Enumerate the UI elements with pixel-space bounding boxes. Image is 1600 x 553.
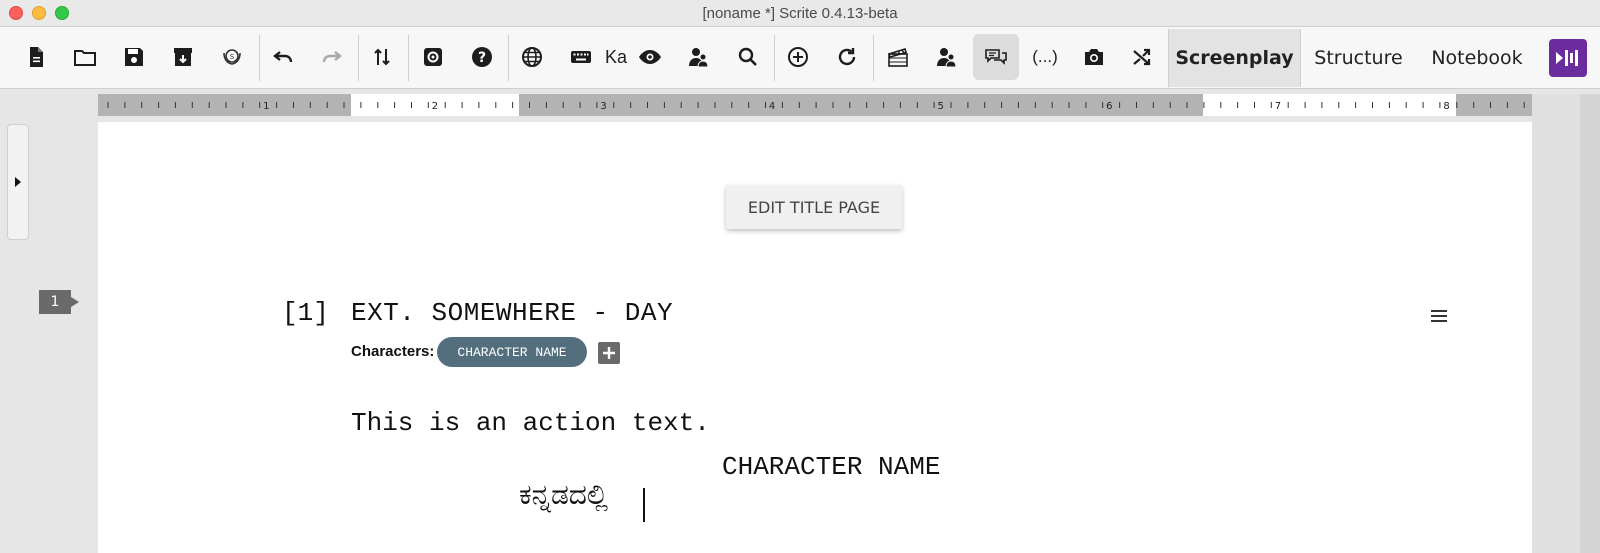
document-icon <box>30 47 43 67</box>
keyboard-icon <box>571 51 591 63</box>
main-toolbar: S ? Ka (...) Screenplay Structure Notebo… <box>0 27 1600 89</box>
ruler-number: 4 <box>769 101 775 112</box>
library-button[interactable]: S <box>209 34 255 80</box>
floppy-disk-icon <box>125 48 143 66</box>
scene-menu-button[interactable] <box>1430 308 1448 324</box>
dialogue-button[interactable] <box>973 34 1019 80</box>
ruler-number: 2 <box>432 101 438 112</box>
preview-button[interactable] <box>627 34 673 80</box>
screenshot-button[interactable] <box>1071 34 1117 80</box>
svg-text:?: ? <box>478 50 486 66</box>
question-icon: ? <box>472 47 492 67</box>
plus-circle-icon <box>788 47 808 67</box>
ruler-number: 3 <box>600 101 606 112</box>
gear-icon <box>424 48 442 66</box>
refresh-icon <box>838 48 856 66</box>
ruler-number: 5 <box>938 101 944 112</box>
redo-icon <box>322 51 342 63</box>
dialogue-element[interactable]: ಕನ್ನಡದಲ್ಲಿ <box>519 478 608 512</box>
add-scene-button[interactable] <box>775 34 821 80</box>
window-title: [noname *] Scrite 0.4.13-beta <box>702 5 898 22</box>
tab-screenplay-label: Screenplay <box>1175 47 1294 69</box>
app-logo[interactable] <box>1549 39 1587 77</box>
help-button[interactable]: ? <box>459 34 505 80</box>
open-file-button[interactable] <box>62 34 108 80</box>
camera-icon <box>1085 49 1103 65</box>
tab-notebook-label: Notebook <box>1431 47 1523 69</box>
plus-icon <box>603 347 615 359</box>
parenthetical-label: (...) <box>1032 47 1058 66</box>
scene-number: [1] <box>282 298 329 328</box>
text-cursor <box>643 488 645 522</box>
redo-button[interactable] <box>309 34 355 80</box>
export-button[interactable] <box>160 34 206 80</box>
tab-notebook[interactable]: Notebook <box>1422 29 1532 87</box>
svg-text:S: S <box>230 53 235 61</box>
ruler-number: 6 <box>1106 101 1112 112</box>
character-people-button[interactable] <box>924 34 970 80</box>
tab-screenplay[interactable]: Screenplay <box>1168 29 1301 87</box>
caret-right-icon <box>15 177 21 187</box>
scene-heading[interactable]: EXT. SOMEWHERE - DAY <box>351 298 673 328</box>
parenthetical-button[interactable]: (...) <box>1022 34 1068 80</box>
toolbar-separator <box>873 35 874 81</box>
toolbar-separator <box>408 35 409 81</box>
characters-button[interactable] <box>676 34 722 80</box>
import-export-button[interactable] <box>359 34 405 80</box>
laurel-badge-icon: S <box>223 49 241 65</box>
language-button[interactable] <box>509 34 555 80</box>
undo-icon <box>273 51 293 63</box>
find-button[interactable] <box>725 34 771 80</box>
scene-clapper-button[interactable] <box>875 34 921 80</box>
search-icon <box>738 47 757 66</box>
scene-list-drawer-toggle[interactable] <box>7 124 29 240</box>
character-name-element[interactable]: CHARACTER NAME <box>722 452 940 482</box>
edit-title-page-button[interactable]: EDIT TITLE PAGE <box>726 185 902 229</box>
character-chip[interactable]: CHARACTER NAME <box>437 337 587 367</box>
ruler-number: 7 <box>1275 101 1281 112</box>
ruler-number: 8 <box>1443 101 1449 112</box>
settings-button[interactable] <box>410 34 456 80</box>
action-paragraph[interactable]: This is an action text. <box>351 408 710 438</box>
folder-icon <box>74 50 96 66</box>
archive-download-icon <box>174 48 192 66</box>
hamburger-menu-icon <box>1431 310 1447 322</box>
eye-icon <box>639 50 661 64</box>
scene-index-tag[interactable]: 1 <box>39 290 79 314</box>
ruler-number: 1 <box>263 101 269 112</box>
add-character-button[interactable] <box>598 342 620 364</box>
people-icon <box>937 48 957 68</box>
clapperboard-icon <box>887 47 908 67</box>
speech-bubbles-icon <box>985 49 1007 65</box>
ruler-ticks: 1 2 3 4 5 6 7 8 <box>107 101 1525 112</box>
vertical-scrollbar[interactable] <box>1580 94 1600 553</box>
ruler: 1 2 3 4 5 6 7 8 <box>98 94 1532 116</box>
tab-structure[interactable]: Structure <box>1302 29 1415 87</box>
characters-label: Characters: <box>351 343 435 360</box>
undo-button[interactable] <box>260 34 306 80</box>
refresh-button[interactable] <box>824 34 870 80</box>
scrite-logo-icon <box>1556 50 1578 66</box>
shuffle-icon <box>1133 48 1151 66</box>
tab-structure-label: Structure <box>1314 47 1403 69</box>
page-right-gutter <box>1532 94 1580 553</box>
people-icon <box>689 48 709 68</box>
shuffle-button[interactable] <box>1120 34 1166 80</box>
globe-icon <box>522 47 542 67</box>
title-bar: [noname *] Scrite 0.4.13-beta <box>0 0 1600 27</box>
language-code-label: Ka <box>604 46 628 67</box>
save-button[interactable] <box>111 34 157 80</box>
arrows-up-down-icon <box>374 48 390 66</box>
new-file-button[interactable] <box>13 34 59 80</box>
